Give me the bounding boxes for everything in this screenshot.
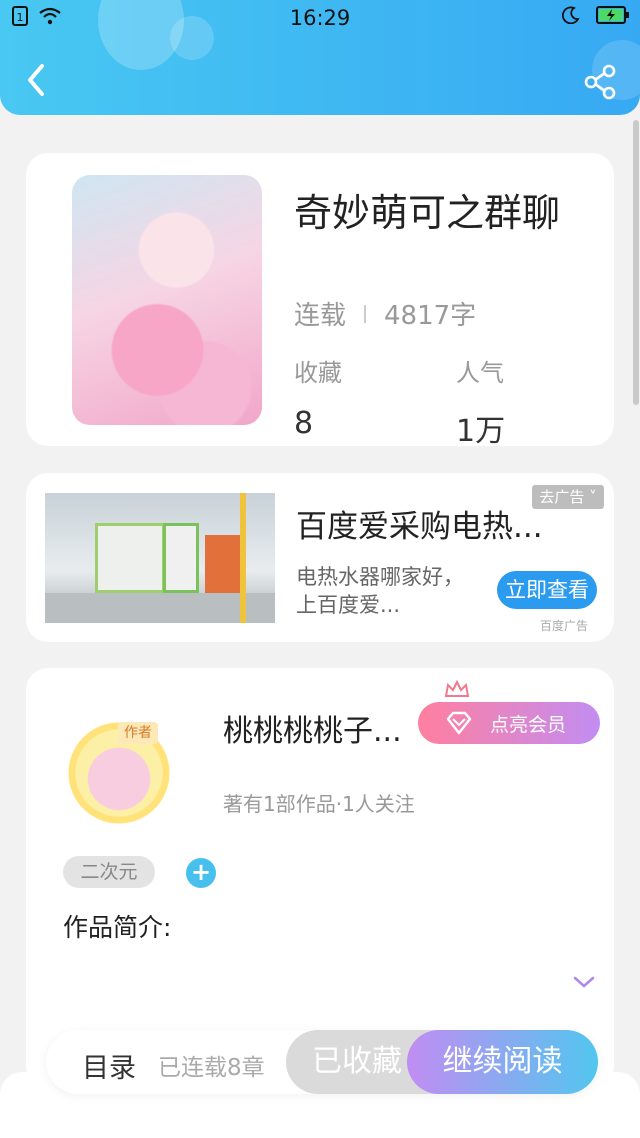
stat-label: 收藏 [294,359,342,387]
author-name[interactable]: 桃桃桃桃子... [223,706,423,750]
stat-value: 8 [294,406,314,441]
toc-button[interactable]: 目录 [82,1046,136,1085]
ad-description: 电热水器哪家好，上百度爱... [296,565,464,617]
back-button[interactable] [20,60,54,100]
share-icon[interactable] [582,64,618,100]
crown-icon [444,680,470,697]
ad-source-label: 百度广告 [540,619,589,633]
genre-tag[interactable]: 二次元 [63,856,155,888]
stat-value: 1万 [456,414,506,449]
add-tag-button[interactable]: + [186,858,216,888]
activate-vip-button[interactable]: 点亮会员 [418,702,600,744]
book-title: 奇妙萌可之群聊 [294,191,561,235]
moon-icon [562,6,580,24]
divider [364,304,367,323]
status-bar: 1 16:29 [0,0,640,36]
header-bar: 1 16:29 [0,0,640,115]
chevron-down-icon[interactable] [572,974,596,990]
scrollbar[interactable] [633,120,639,405]
author-card: 作者 桃桃桃桃子... 点亮会员 著有1部作品·1人关注 二次元 + 作品简介: [26,668,614,1088]
book-info-card: 奇妙萌可之群聊 连载 4817字 收藏 8 人气 1万 [26,153,614,449]
book-status: 连载 [294,301,347,331]
book-word-count: 4817字 [384,301,477,331]
author-stats: 著有1部作品·1人关注 [223,792,415,816]
stat-favorites: 收藏 8 [294,353,342,441]
ad-image[interactable] [45,493,275,623]
book-meta: 连载 4817字 [294,295,476,332]
book-cover[interactable] [72,175,262,425]
battery-charging-icon [596,6,629,24]
intro-label: 作品简介: [63,913,172,942]
diamond-icon [446,711,472,735]
ad-view-button[interactable]: 立即查看 [497,571,597,609]
stat-label: 人气 [456,359,504,387]
author-badge: 作者 [118,722,158,744]
vip-button-label: 点亮会员 [490,713,567,736]
ad-title: 百度爱采购电热... [296,509,543,545]
continue-reading-button[interactable]: 继续阅读 [407,1030,598,1094]
remove-ad-button[interactable]: 去广告 ˅ [532,485,604,509]
ad-card[interactable]: 百度爱采购电热... 电热水器哪家好，上百度爱... 去广告 ˅ 立即查看 百度… [26,473,614,642]
chapter-count: 已连载8章 [158,1055,265,1081]
status-time: 16:29 [289,6,351,30]
stat-popularity: 人气 1万 [456,353,505,450]
